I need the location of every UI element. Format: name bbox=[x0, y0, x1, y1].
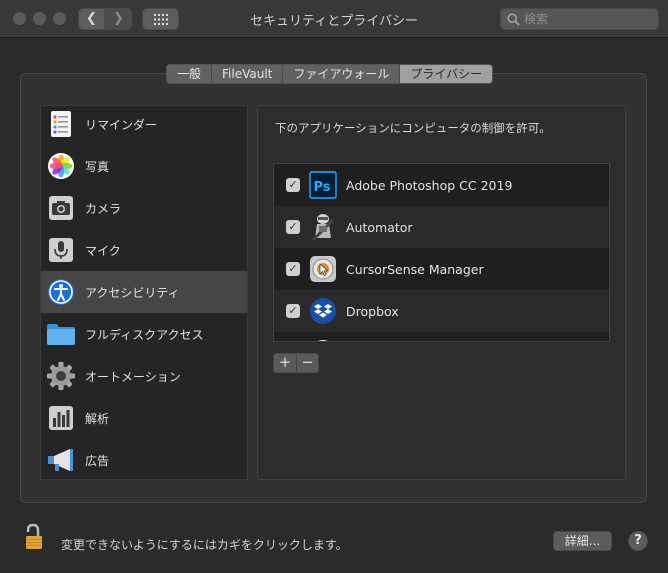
photos-icon bbox=[46, 151, 76, 181]
photoshop-icon: Ps bbox=[308, 170, 338, 200]
sidebar-item-analytics[interactable]: 解析 bbox=[41, 397, 247, 439]
table-row[interactable]: ✓ CursorSense Manager bbox=[274, 248, 609, 290]
folder-icon bbox=[46, 319, 76, 349]
dropbox-icon bbox=[308, 296, 338, 326]
sidebar-item-reminders[interactable]: リマインダー bbox=[41, 106, 247, 145]
app-name: Dropbox bbox=[346, 303, 399, 319]
sidebar-item-automation[interactable]: オートメーション bbox=[41, 355, 247, 397]
search-input[interactable] bbox=[524, 11, 652, 27]
app-list: ✓ Ps Adobe Photoshop CC 2019 ✓ Automator… bbox=[273, 163, 610, 342]
app-checkbox[interactable]: ✓ bbox=[286, 220, 300, 234]
add-app-button[interactable]: + bbox=[274, 354, 296, 372]
table-row[interactable]: ✓ Automator bbox=[274, 206, 609, 248]
sidebar-item-label: オートメーション bbox=[85, 369, 181, 384]
gear-icon bbox=[46, 361, 76, 391]
checkmark-icon: ✓ bbox=[288, 262, 298, 275]
lock-button[interactable] bbox=[24, 523, 46, 555]
sidebar-item-photos[interactable]: 写真 bbox=[41, 145, 247, 187]
tab-firewall[interactable]: ファイアウォール bbox=[283, 65, 401, 83]
title-bar: ❮ ❯ セキュリティとプライバシー bbox=[0, 0, 668, 38]
analytics-icon bbox=[46, 403, 76, 433]
app-name: Adobe Photoshop CC 2019 bbox=[346, 177, 513, 193]
sidebar-item-camera[interactable]: カメラ bbox=[41, 187, 247, 229]
megaphone-icon bbox=[46, 445, 76, 475]
advanced-button[interactable]: 詳細... bbox=[553, 531, 612, 551]
sidebar-item-label: 写真 bbox=[85, 159, 110, 174]
sidebar-item-label: マイク bbox=[85, 243, 121, 258]
tab-general[interactable]: 一般 bbox=[167, 65, 213, 83]
permission-description: 下のアプリケーションにコンピュータの制御を許可。 bbox=[275, 121, 551, 135]
tab-privacy[interactable]: プライバシー bbox=[400, 65, 493, 83]
svg-text:Ps: Ps bbox=[314, 180, 331, 195]
tab-bar: 一般 FileVault ファイアウォール プライバシー bbox=[166, 64, 494, 84]
add-remove-buttons: + − bbox=[273, 353, 319, 373]
camera-icon bbox=[46, 193, 76, 223]
unlocked-padlock-icon bbox=[26, 523, 42, 549]
sidebar-item-label: フルディスクアクセス bbox=[85, 327, 204, 342]
app-name: Automator bbox=[346, 219, 413, 235]
app-icon bbox=[308, 338, 338, 341]
checkmark-icon: ✓ bbox=[288, 220, 298, 233]
table-row[interactable]: ✓ Ps Adobe Photoshop CC 2019 bbox=[274, 164, 609, 206]
help-button[interactable]: ? bbox=[628, 531, 648, 551]
accessibility-icon bbox=[46, 277, 76, 307]
sidebar-item-advertising[interactable]: 広告 bbox=[41, 439, 247, 479]
sidebar-item-label: 解析 bbox=[85, 411, 110, 426]
table-row[interactable] bbox=[274, 332, 609, 341]
search-icon bbox=[507, 13, 520, 26]
sidebar-item-full-disk-access[interactable]: フルディスクアクセス bbox=[41, 313, 247, 355]
automator-icon bbox=[308, 212, 338, 242]
reminders-icon bbox=[46, 109, 76, 139]
checkmark-icon: ✓ bbox=[288, 304, 298, 317]
lock-message: 変更できないようにするにはカギをクリックします。 bbox=[61, 538, 348, 552]
microphone-icon bbox=[46, 235, 76, 265]
sidebar-item-label: カメラ bbox=[85, 201, 122, 216]
sidebar-item-label: リマインダー bbox=[85, 117, 158, 132]
tab-filevault[interactable]: FileVault bbox=[212, 65, 284, 83]
checkmark-icon: ✓ bbox=[288, 178, 298, 191]
sidebar-item-microphone[interactable]: マイク bbox=[41, 229, 247, 271]
sidebar-item-label: アクセシビリティ bbox=[85, 285, 180, 300]
app-checkbox[interactable]: ✓ bbox=[286, 178, 300, 192]
app-name: CursorSense Manager bbox=[346, 261, 484, 277]
sidebar-item-label: 広告 bbox=[85, 453, 110, 468]
table-row[interactable]: ✓ Dropbox bbox=[274, 290, 609, 332]
privacy-category-list: リマインダー 写真 カメラ マイク アクセシビリティ フルディスクアクセス オー… bbox=[40, 105, 248, 480]
cursorsense-icon bbox=[308, 254, 338, 284]
remove-app-button[interactable]: − bbox=[296, 354, 318, 372]
sidebar-item-accessibility[interactable]: アクセシビリティ bbox=[41, 271, 247, 313]
app-checkbox[interactable]: ✓ bbox=[286, 262, 300, 276]
search-field[interactable] bbox=[500, 8, 659, 30]
app-checkbox[interactable]: ✓ bbox=[286, 304, 300, 318]
